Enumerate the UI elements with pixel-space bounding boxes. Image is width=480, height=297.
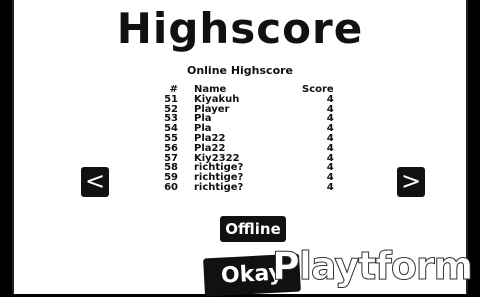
next-page-button[interactable]: >: [397, 167, 425, 197]
page-title: Highscore: [116, 4, 364, 53]
highscore-table: # Name Score 51 Kiyakuh 4 52 Player 4 53…: [148, 85, 334, 193]
highscore-subtitle: Online Highscore: [186, 64, 294, 77]
watermark-url: www.playtform.net: [366, 279, 461, 290]
previous-page-button[interactable]: <: [81, 167, 109, 197]
offline-button[interactable]: Offline: [220, 216, 286, 242]
score-cell: 4: [326, 181, 334, 193]
table-row: 60 richtige? 4: [148, 183, 334, 193]
chevron-right-icon: >: [400, 167, 422, 195]
rank-cell: 60: [164, 181, 178, 193]
name-cell: richtige?: [194, 181, 244, 193]
chevron-left-icon: <: [84, 167, 106, 195]
